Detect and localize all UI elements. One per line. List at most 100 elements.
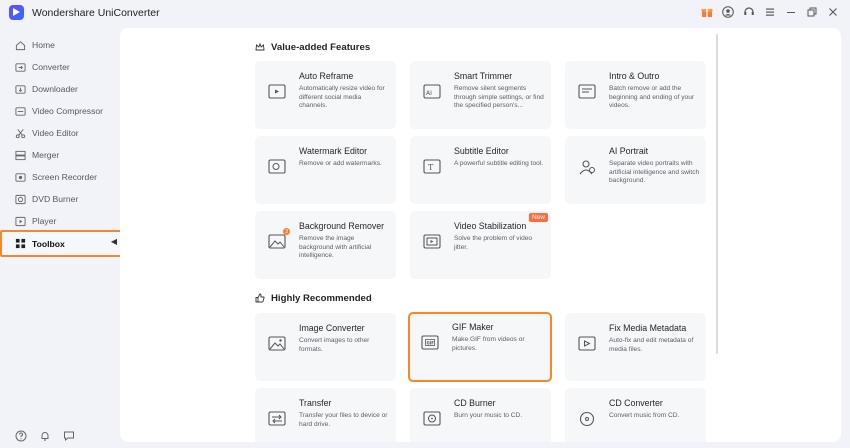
sidebar-item-dvd-burner[interactable]: DVD Burner: [0, 188, 122, 210]
card-description: Make GIF from videos or pictures.: [452, 336, 525, 352]
card-title: Video Stabilization: [454, 221, 527, 231]
stabilization-icon: [422, 233, 442, 251]
card-subtitle-editor[interactable]: T Subtitle Editor A powerful subtitle ed…: [410, 136, 551, 204]
card-transfer[interactable]: Transfer Transfer your files to device o…: [255, 388, 396, 442]
card-description: Burn your music to CD.: [454, 412, 523, 419]
feedback-icon[interactable]: [63, 430, 75, 442]
gif-icon: GIF: [420, 334, 440, 352]
card-video-stabilization[interactable]: New Video Stabilization Solve the proble…: [410, 211, 551, 279]
sidebar-item-label: Merger: [32, 150, 60, 160]
card-cd-burner[interactable]: CD Burner Burn your music to CD.: [410, 388, 551, 442]
section-title-highly-recommended: Highly Recommended: [255, 293, 372, 304]
card-auto-reframe[interactable]: Auto Reframe Automatically resize video …: [255, 61, 396, 129]
sidebar-item-toolbox[interactable]: Toolbox ◀: [0, 230, 122, 257]
sidebar-item-downloader[interactable]: Downloader: [0, 78, 122, 100]
card-title: Fix Media Metadata: [609, 323, 687, 333]
card-description: Automatically resize video for different…: [299, 85, 385, 110]
scrollbar[interactable]: [716, 34, 718, 354]
player-icon: [15, 216, 26, 227]
crown-icon: [255, 42, 266, 53]
disc-icon: [15, 194, 26, 205]
card-title: CD Burner: [454, 398, 496, 408]
sidebar-item-label: Video Editor: [32, 128, 79, 138]
card-cd-converter[interactable]: CD Converter Convert music from CD.: [565, 388, 706, 442]
card-fix-media-metadata[interactable]: Fix Media Metadata Auto-fix and edit met…: [565, 313, 706, 381]
sidebar-item-label: Toolbox: [32, 238, 65, 249]
sidebar-item-screen-recorder[interactable]: Screen Recorder: [0, 166, 122, 188]
reframe-icon: [267, 83, 287, 101]
transfer-icon: [267, 410, 287, 428]
cd-burner-icon: [422, 410, 442, 428]
section-title-label: Highly Recommended: [271, 293, 372, 304]
card-description: Convert music from CD.: [609, 412, 680, 419]
new-badge: New: [528, 213, 548, 222]
converter-icon: [15, 62, 26, 73]
sidebar-item-label: Player: [32, 216, 57, 226]
sidebar-item-label: DVD Burner: [32, 194, 79, 204]
card-title: AI Portrait: [609, 146, 649, 156]
card-description: Convert images to other formats.: [299, 337, 370, 353]
collapse-sidebar-icon[interactable]: ◀: [111, 237, 117, 246]
minimize-icon[interactable]: [784, 4, 798, 20]
app-title: Wondershare UniConverter: [32, 7, 160, 19]
support-icon[interactable]: [742, 4, 756, 20]
sidebar-item-label: Screen Recorder: [32, 172, 97, 182]
merge-icon: [15, 150, 26, 161]
card-title: GIF Maker: [452, 322, 494, 332]
card-description: Batch remove or add the beginning and en…: [609, 85, 695, 110]
sidebar-item-player[interactable]: Player: [0, 210, 122, 232]
image-converter-icon: [267, 335, 287, 353]
metadata-icon: [577, 335, 597, 353]
card-title: Intro & Outro: [609, 71, 660, 81]
card-title: Smart Trimmer: [454, 71, 513, 81]
card-image-converter[interactable]: Image Converter Convert images to other …: [255, 313, 396, 381]
card-description: Auto-fix and edit metadata of media file…: [609, 337, 694, 353]
ai-trim-icon: AI: [422, 83, 442, 101]
card-description: Separate video portraits with artificial…: [609, 160, 700, 185]
restore-icon[interactable]: [805, 4, 819, 20]
card-intro-outro[interactable]: Intro & Outro Batch remove or add the be…: [565, 61, 706, 129]
toolbox-icon: [15, 238, 26, 249]
card-smart-trimmer[interactable]: AI Smart Trimmer Remove silent segments …: [410, 61, 551, 129]
portrait-icon: [577, 158, 597, 176]
card-title: Watermark Editor: [299, 146, 368, 156]
section-title-label: Value-added Features: [271, 42, 371, 53]
svg-text:GIF: GIF: [427, 340, 435, 345]
svg-text:AI: AI: [426, 90, 432, 97]
scissors-icon: [15, 128, 26, 139]
card-title: Background Remover: [299, 221, 385, 231]
card-description: Remove silent segments through simple se…: [454, 85, 544, 110]
record-icon: [15, 172, 26, 183]
sidebar-item-home[interactable]: Home: [0, 34, 122, 56]
gift-icon[interactable]: [700, 4, 714, 20]
account-icon[interactable]: [721, 4, 735, 20]
sidebar-item-video-compressor[interactable]: Video Compressor: [0, 100, 122, 122]
card-description: A powerful subtitle editing tool.: [454, 160, 544, 167]
sidebar-item-video-editor[interactable]: Video Editor: [0, 122, 122, 144]
toolbox-panel: Value-added Features Auto Reframe Automa…: [120, 28, 841, 442]
card-gif-maker[interactable]: GIF GIF Maker Make GIF from videos or pi…: [408, 312, 552, 382]
app-logo: [9, 5, 24, 20]
card-title: Image Converter: [299, 323, 365, 333]
background-remover-icon: [267, 233, 287, 251]
sidebar-footer: [15, 430, 75, 442]
notification-dot: 3: [283, 228, 290, 235]
card-ai-portrait[interactable]: AI Portrait Separate video portraits wit…: [565, 136, 706, 204]
card-background-remover[interactable]: 3 Background Remover Remove the image ba…: [255, 211, 396, 279]
download-icon: [15, 84, 26, 95]
sidebar-item-label: Downloader: [32, 84, 78, 94]
notification-icon[interactable]: [39, 430, 51, 442]
card-watermark-editor[interactable]: Watermark Editor Remove or add watermark…: [255, 136, 396, 204]
close-icon[interactable]: [826, 4, 840, 20]
card-description: Solve the problem of video jitter.: [454, 235, 533, 251]
watermark-icon: [267, 158, 287, 176]
intro-outro-icon: [577, 83, 597, 101]
sidebar-item-label: Video Compressor: [32, 106, 104, 116]
sidebar-item-converter[interactable]: Converter: [0, 56, 122, 78]
menu-icon[interactable]: [763, 4, 777, 20]
thumbs-up-icon: [255, 293, 266, 304]
section-title-value-added: Value-added Features: [255, 42, 370, 53]
card-description: Remove the image background with artific…: [299, 235, 372, 260]
help-icon[interactable]: [15, 430, 27, 442]
sidebar-item-merger[interactable]: Merger: [0, 144, 122, 166]
